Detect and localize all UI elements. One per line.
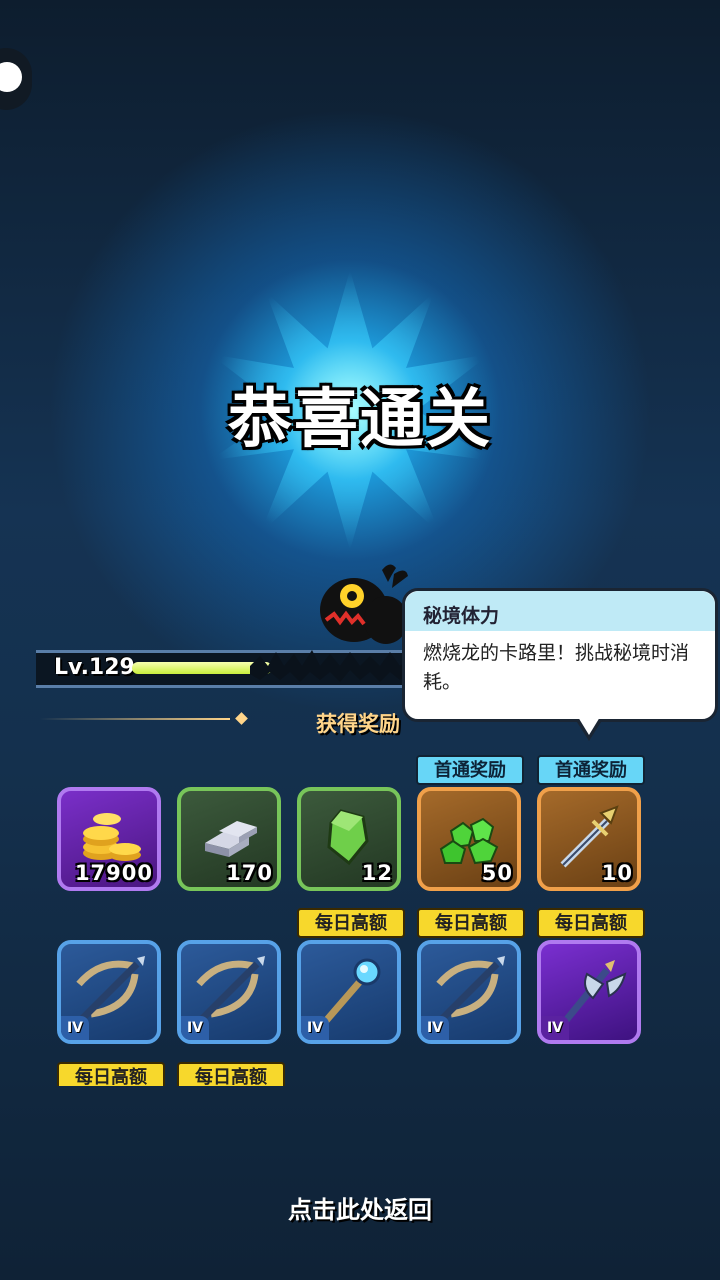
divider-left bbox=[40, 718, 230, 720]
reward-item-crossbow[interactable]: IV bbox=[177, 940, 281, 1044]
reward-quantity: 10 bbox=[601, 861, 633, 885]
reward-item-staff[interactable]: IV bbox=[297, 940, 401, 1044]
rank-badge: IV bbox=[181, 1016, 209, 1040]
rank-badge: IV bbox=[61, 1016, 89, 1040]
daily-bonus-tag: 每日高额 bbox=[297, 908, 405, 938]
rank-badge: IV bbox=[421, 1016, 449, 1040]
daily-bonus-tag: 每日高额 bbox=[537, 908, 645, 938]
reward-item-iron[interactable]: 170 bbox=[177, 787, 281, 891]
dark-spikes-decoration bbox=[250, 650, 410, 682]
reward-item-axe[interactable]: IV bbox=[537, 940, 641, 1044]
reward-item-crossbow[interactable]: IV bbox=[57, 940, 161, 1044]
page-title: 恭喜通关 bbox=[228, 383, 492, 457]
rank-badge: IV bbox=[301, 1016, 329, 1040]
reward-quantity: 17900 bbox=[74, 861, 153, 885]
daily-bonus-tag: 每日高额 bbox=[417, 908, 525, 938]
rewards-section-title: 获得奖励 bbox=[316, 712, 400, 736]
divider-diamond-left bbox=[235, 712, 248, 725]
first-clear-tag: 首通奖励 bbox=[537, 755, 645, 785]
tooltip-description: 燃烧龙的卡路里！挑战秘境时消耗。 bbox=[423, 642, 690, 693]
reward-quantity: 12 bbox=[361, 861, 393, 885]
first-clear-tag: 首通奖励 bbox=[416, 755, 524, 785]
rank-badge: IV bbox=[541, 1016, 569, 1040]
daily-bonus-tag: 每日高额 bbox=[57, 1062, 165, 1086]
reward-item-crystal[interactable]: 12 bbox=[297, 787, 401, 891]
reward-item-crossbow[interactable]: IV bbox=[417, 940, 521, 1044]
tooltip-title: 秘境体力 bbox=[405, 591, 715, 631]
reward-quantity: 170 bbox=[226, 861, 273, 885]
reward-item-emeralds[interactable]: 50 bbox=[417, 787, 521, 891]
daily-bonus-tag: 每日高额 bbox=[177, 1062, 285, 1086]
reward-item-gold[interactable]: 17900 bbox=[57, 787, 161, 891]
item-tooltip: 秘境体力 燃烧龙的卡路里！挑战秘境时消耗。 bbox=[402, 588, 718, 741]
reward-quantity: 50 bbox=[481, 861, 513, 885]
side-toggle-button[interactable] bbox=[0, 48, 32, 110]
back-button[interactable]: 点击此处返回 bbox=[0, 1190, 720, 1225]
level-label: Lv.129 bbox=[54, 655, 135, 680]
toggle-dot-icon bbox=[0, 62, 22, 92]
reward-item-trident[interactable]: 10 bbox=[537, 787, 641, 891]
